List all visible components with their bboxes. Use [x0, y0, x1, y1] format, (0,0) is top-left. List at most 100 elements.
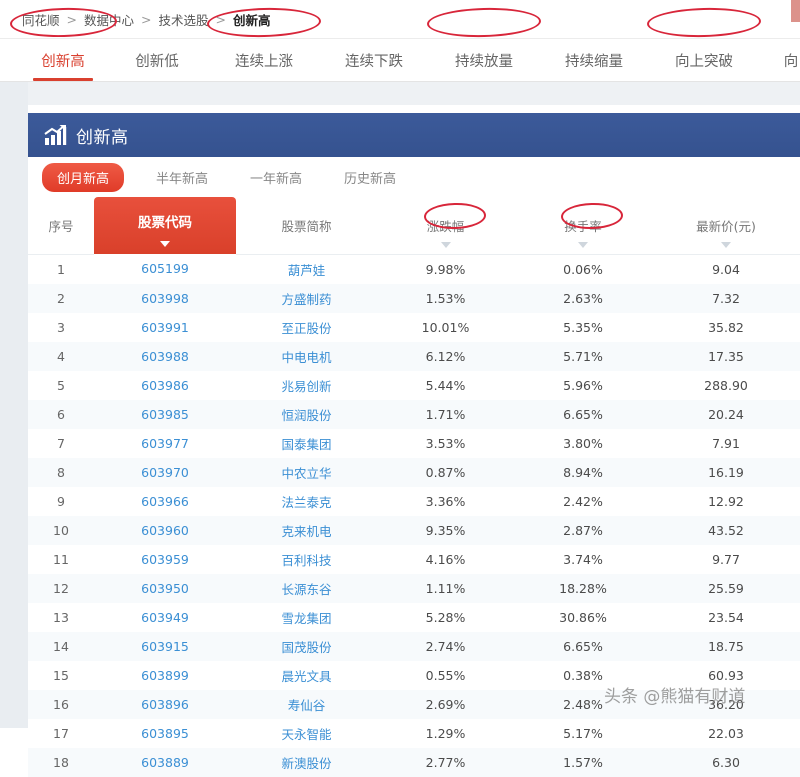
table-cell: 6.12%: [425, 348, 466, 364]
table-cell: 5.17%: [563, 725, 603, 741]
table-cell: 1.11%: [425, 580, 466, 596]
stock-name-link[interactable]: 天永智能: [236, 719, 377, 748]
table-row[interactable]: 12 603950 长源东谷 1.11% 18.28% 25.59: [28, 573, 800, 603]
table-row[interactable]: 5 603986 兆易创新 5.44% 5.96% 288.90: [28, 370, 800, 400]
stock-name-link[interactable]: 新澳股份: [236, 748, 377, 777]
top-tab-1[interactable]: 创新低: [118, 39, 196, 82]
table-row[interactable]: 3 603991 至正股份 10.01% 5.35% 35.82: [28, 312, 800, 342]
table-cell: 18: [53, 754, 69, 770]
stock-code-link[interactable]: 603985: [94, 400, 236, 429]
stock-name-link[interactable]: 晨光文具: [236, 661, 377, 690]
table-cell: 20.24: [708, 406, 744, 422]
stock-name-link[interactable]: 方盛制药: [236, 284, 377, 313]
top-tab-2[interactable]: 连续上涨: [218, 39, 310, 82]
column-header-5[interactable]: 最新价(元): [652, 197, 800, 255]
top-tab-label: 向上突破: [675, 54, 733, 70]
sort-caret-down-icon[interactable]: [721, 241, 731, 248]
stock-code-link[interactable]: 603896: [94, 690, 236, 719]
stock-code-link[interactable]: 603977: [94, 429, 236, 458]
sort-caret-down-icon[interactable]: [440, 241, 451, 248]
stock-name-link[interactable]: 葫芦娃: [236, 254, 377, 284]
stock-code-link[interactable]: 603915: [94, 632, 236, 661]
stock-name-link[interactable]: 克来机电: [236, 516, 377, 545]
table-row[interactable]: 18 603889 新澳股份 2.77% 1.57% 6.30: [28, 747, 800, 777]
table-row[interactable]: 9 603966 法兰泰克 3.36% 2.42% 12.92: [28, 486, 800, 516]
stock-code-link[interactable]: 603889: [94, 748, 236, 777]
column-header-2[interactable]: 股票简称: [236, 197, 377, 255]
sort-caret-down-icon[interactable]: [160, 241, 170, 247]
stock-name-link[interactable]: 法兰泰克: [236, 487, 377, 516]
table-cell: 0.87%: [425, 464, 466, 480]
table-cell: 1.71%: [425, 406, 466, 422]
stock-name-link[interactable]: 兆易创新: [236, 371, 377, 400]
table-row[interactable]: 13 603949 雪龙集团 5.28% 30.86% 23.54: [28, 602, 800, 632]
sub-tab-3[interactable]: 历史新高: [342, 164, 398, 191]
table-cell: 0.06%: [563, 261, 603, 277]
sub-tab-1[interactable]: 半年新高: [154, 164, 210, 191]
stock-code-link[interactable]: 603949: [94, 603, 236, 632]
stock-code-link[interactable]: 603998: [94, 284, 236, 313]
table-cell: 3.53%: [425, 435, 466, 451]
stock-code-link[interactable]: 605199: [94, 254, 236, 284]
table-cell: 9.77: [712, 551, 740, 567]
stock-code-link[interactable]: 603959: [94, 545, 236, 574]
table-row[interactable]: 4 603988 中电电机 6.12% 5.71% 17.35: [28, 341, 800, 371]
column-header-4[interactable]: 换手率: [514, 197, 652, 255]
table-row[interactable]: 10 603960 克来机电 9.35% 2.87% 43.52: [28, 515, 800, 545]
stock-name-link[interactable]: 雪龙集团: [236, 603, 377, 632]
stock-code-link[interactable]: 603970: [94, 458, 236, 487]
table-cell: 15: [53, 667, 69, 683]
top-tab-6[interactable]: 向上突破: [658, 39, 750, 82]
table-cell: 10.01%: [421, 319, 470, 335]
table-cell: 4.16%: [425, 551, 466, 567]
stock-code-link[interactable]: 603895: [94, 719, 236, 748]
breadcrumb-item-1[interactable]: 数据中心: [84, 10, 134, 29]
table-cell: 30.86%: [559, 609, 607, 625]
table-row[interactable]: 8 603970 中农立华 0.87% 8.94% 16.19: [28, 457, 800, 487]
top-tab-3[interactable]: 连续下跌: [328, 39, 420, 82]
top-tab-7[interactable]: 向: [778, 39, 800, 82]
sub-tab-0[interactable]: 创月新高: [42, 162, 125, 192]
stock-code-link[interactable]: 603988: [94, 342, 236, 371]
sub-tab-2[interactable]: 一年新高: [248, 164, 304, 191]
stock-name-link[interactable]: 百利科技: [236, 545, 377, 574]
stock-code-link[interactable]: 603986: [94, 371, 236, 400]
table-row[interactable]: 2 603998 方盛制药 1.53% 2.63% 7.32: [28, 283, 800, 313]
table-cell: 22.03: [708, 725, 744, 741]
table-row[interactable]: 6 603985 恒润股份 1.71% 6.65% 20.24: [28, 399, 800, 429]
stock-name-link[interactable]: 国泰集团: [236, 429, 377, 458]
table-row[interactable]: 1 605199 葫芦娃 9.98% 0.06% 9.04: [28, 254, 800, 284]
stock-code-link[interactable]: 603950: [94, 574, 236, 603]
stock-name-link[interactable]: 中农立华: [236, 458, 377, 487]
column-header-0[interactable]: 序号: [28, 197, 94, 255]
stock-name-link[interactable]: 长源东谷: [236, 574, 377, 603]
stock-name-link[interactable]: 国茂股份: [236, 632, 377, 661]
stock-name-link[interactable]: 恒润股份: [236, 400, 377, 429]
stock-name-link[interactable]: 至正股份: [236, 313, 377, 342]
breadcrumb-separator: >: [141, 11, 152, 27]
top-tab-5[interactable]: 持续缩量: [548, 39, 640, 82]
table-row[interactable]: 11 603959 百利科技 4.16% 3.74% 9.77: [28, 544, 800, 574]
column-header-label: 序号: [48, 218, 74, 234]
stock-name-link[interactable]: 中电电机: [236, 342, 377, 371]
table-row[interactable]: 17 603895 天永智能 1.29% 5.17% 22.03: [28, 718, 800, 748]
stock-code-link[interactable]: 603966: [94, 487, 236, 516]
top-tab-0[interactable]: 创新高: [20, 39, 106, 82]
sort-caret-down-icon[interactable]: [578, 241, 588, 248]
table-row[interactable]: 14 603915 国茂股份 2.74% 6.65% 18.75: [28, 631, 800, 661]
column-header-label: 换手率: [564, 218, 602, 234]
breadcrumb-item-0[interactable]: 同花顺: [22, 10, 60, 29]
stock-code-link[interactable]: 603960: [94, 516, 236, 545]
table-cell: 1.57%: [563, 754, 603, 770]
table-cell: 6.30: [712, 754, 740, 770]
column-header-1[interactable]: 股票代码: [94, 197, 236, 254]
breadcrumb-item-2[interactable]: 技术选股: [159, 10, 209, 29]
table-header-row: 序号 股票代码 股票简称 涨跌幅 换手率 最新价(元): [28, 197, 800, 255]
column-header-3[interactable]: 涨跌幅: [377, 197, 514, 255]
top-tab-label: 向: [783, 54, 799, 70]
stock-name-link[interactable]: 寿仙谷: [236, 690, 377, 719]
table-row[interactable]: 7 603977 国泰集团 3.53% 3.80% 7.91: [28, 428, 800, 458]
stock-code-link[interactable]: 603991: [94, 313, 236, 342]
stock-code-link[interactable]: 603899: [94, 661, 236, 690]
top-tab-4[interactable]: 持续放量: [438, 39, 530, 82]
